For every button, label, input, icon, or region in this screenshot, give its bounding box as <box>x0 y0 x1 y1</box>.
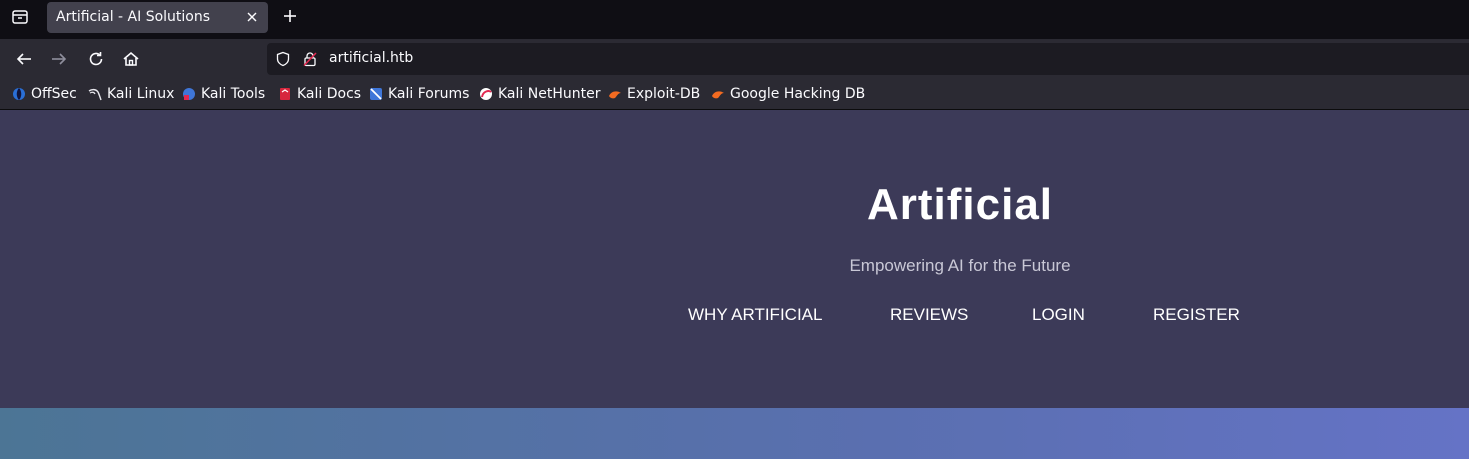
kali-dragon-icon <box>88 88 102 101</box>
bookmark-kali-tools[interactable]: Kali Tools <box>182 85 265 103</box>
url-text[interactable]: artificial.htb <box>329 50 413 66</box>
forward-button[interactable] <box>48 48 70 70</box>
web-page: Artificial Empowering AI for the Future … <box>0 110 1469 459</box>
bookmark-kali-docs[interactable]: Kali Docs <box>278 85 361 103</box>
bookmark-label: Kali Linux <box>107 86 175 102</box>
new-tab-plus-icon[interactable] <box>280 6 300 26</box>
reload-button[interactable] <box>85 48 107 70</box>
nav-link-reviews[interactable]: REVIEWS <box>890 305 968 325</box>
site-title: Artificial <box>866 180 1054 229</box>
home-button[interactable] <box>120 48 142 70</box>
bookmark-exploit-db[interactable]: Exploit-DB <box>608 85 700 103</box>
tracking-shield-icon[interactable] <box>275 51 291 67</box>
arrow-left-icon <box>16 53 31 65</box>
ghdb-icon <box>712 91 724 99</box>
home-icon <box>123 51 139 66</box>
site-tagline: Empowering AI for the Future <box>849 256 1071 275</box>
bookmark-label: Kali NetHunter <box>498 86 601 102</box>
bookmark-label: OffSec <box>31 86 77 102</box>
bookmark-kali-forums[interactable]: Kali Forums <box>369 85 469 103</box>
tab-bar: Artificial - AI Solutions <box>0 0 1469 39</box>
bookmark-label: Kali Tools <box>201 86 266 102</box>
kali-tools-icon <box>183 88 195 100</box>
bookmark-offsec[interactable]: OffSec <box>12 85 77 103</box>
navigation-toolbar: artificial.htb <box>0 39 1469 79</box>
nav-link-register[interactable]: REGISTER <box>1153 305 1240 325</box>
close-icon[interactable] <box>245 10 259 24</box>
url-bar[interactable]: artificial.htb <box>267 43 1469 75</box>
offsec-icon <box>13 88 25 100</box>
insecure-lock-icon[interactable] <box>302 51 318 67</box>
site-header: Artificial Empowering AI for the Future … <box>0 110 1469 408</box>
tab-title: Artificial - AI Solutions <box>56 9 211 25</box>
reload-icon <box>89 52 103 66</box>
kali-docs-icon <box>280 88 290 100</box>
bookmark-label: Kali Forums <box>388 86 470 102</box>
bookmark-label: Exploit-DB <box>627 86 701 102</box>
nav-link-login[interactable]: LOGIN <box>1032 305 1085 325</box>
bookmark-label: Google Hacking DB <box>730 86 866 102</box>
bookmark-kali-nethunter[interactable]: Kali NetHunter <box>479 85 600 103</box>
bookmark-google-hacking-db[interactable]: Google Hacking DB <box>711 85 865 103</box>
tab-list-button[interactable] <box>8 6 32 28</box>
bookmark-label: Kali Docs <box>297 86 362 102</box>
active-tab[interactable]: Artificial - AI Solutions <box>47 2 268 33</box>
hero-gradient-section <box>0 408 1469 459</box>
exploit-db-icon <box>609 91 621 99</box>
bookmark-kali-linux[interactable]: Kali Linux <box>88 85 174 103</box>
arrow-right-icon <box>52 53 67 65</box>
nethunter-icon <box>480 88 492 100</box>
tab-overview-icon <box>12 10 28 24</box>
back-button[interactable] <box>13 48 35 70</box>
nav-link-why-artificial[interactable]: WHY ARTIFICIAL <box>688 305 822 325</box>
bookmarks-toolbar: OffSec Kali Linux Kali Tools Kali Docs K… <box>0 79 1469 110</box>
kali-forums-icon <box>370 88 382 100</box>
